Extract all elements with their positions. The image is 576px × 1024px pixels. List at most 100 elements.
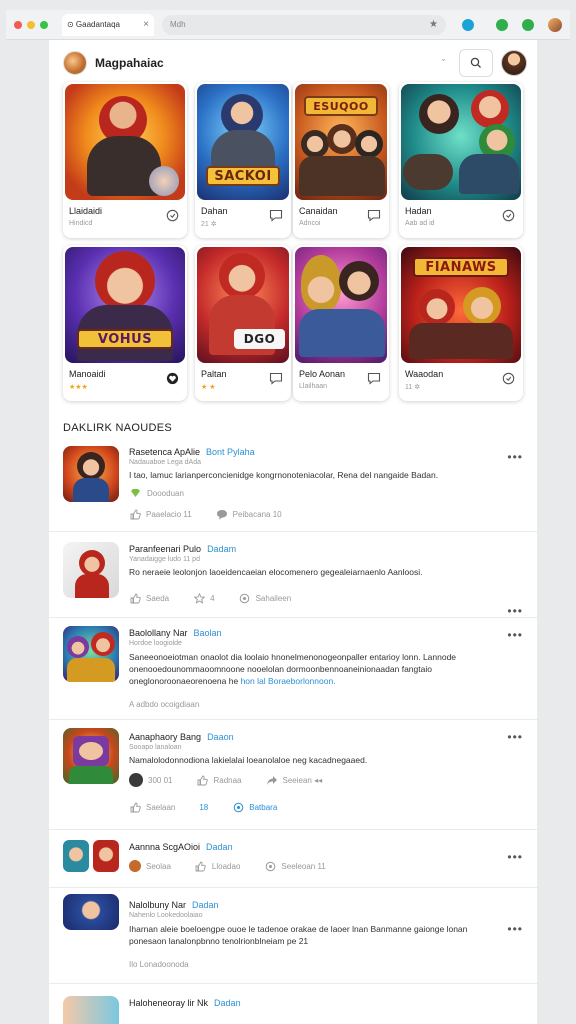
chevron-down-icon[interactable]: ˇ (442, 58, 445, 68)
star-button[interactable]: 4 (193, 592, 215, 604)
feed-item[interactable]: Aanaphaory Bang Daaon Sooapo lanaloan Nam… (49, 720, 537, 830)
feed-footnote: Ilo Lonadoonoda (129, 960, 189, 969)
gem-icon (129, 487, 141, 499)
search-button[interactable] (459, 49, 493, 77)
feed-link[interactable]: hon lal Boraeborlonnoon. (241, 676, 336, 686)
feed-tag[interactable]: Bont Pylaha (206, 447, 255, 457)
feed-tag[interactable]: Baolan (194, 628, 222, 638)
game-subtitle: Aab ad id (405, 220, 435, 227)
thumbs-up-icon (129, 592, 141, 604)
extension-icon[interactable] (462, 18, 474, 31)
feed-tag[interactable]: Daaon (207, 732, 234, 742)
maximize-window-button[interactable] (40, 20, 48, 29)
thumbs-up-icon (195, 860, 207, 872)
comment-icon[interactable] (367, 208, 381, 222)
like-button[interactable]: Saelaan (129, 801, 175, 813)
game-title: Pelo Aonan (299, 369, 346, 379)
more-options-button[interactable]: ••• (507, 730, 523, 744)
feed-text: Ro neraeie leolonjon laoeidencaeian eloc… (129, 567, 423, 577)
game-art: DGO (197, 247, 289, 363)
info-icon[interactable] (165, 208, 179, 222)
comment-icon[interactable] (269, 371, 283, 385)
more-options-button[interactable]: ••• (507, 628, 523, 642)
browser-tab[interactable]: ⊙ Gaadantaqa × (62, 13, 154, 36)
feed-item[interactable]: Baolollany Nar Baolan Hordoe loogiolde Sa… (49, 618, 537, 720)
comment-button[interactable]: Peibacana 10 (216, 508, 282, 520)
more-options-button[interactable]: ••• (507, 922, 523, 936)
feed-meta: Yanadaigge ludo 11 pd (129, 556, 200, 563)
feed-title: Aanaphaory Bang Daaon (129, 732, 234, 742)
share-button[interactable]: Seeleoan 11 (264, 860, 326, 872)
feed-item[interactable]: Nalolbuny Nar Dadan Nahenlo Lookedoolaiao… (49, 888, 537, 984)
feed-actions: Seolaa Lloadao Seeleoan 11 (129, 860, 344, 872)
share-button[interactable]: Batbara (232, 801, 277, 813)
window-controls (14, 20, 48, 29)
game-card[interactable]: Pelo Aonan Llailhaan (293, 245, 389, 401)
more-options-button[interactable]: ••• (507, 450, 523, 464)
extension-icon[interactable] (496, 18, 508, 31)
feed-tag[interactable]: Dadan (214, 998, 241, 1008)
info-icon[interactable] (501, 371, 515, 385)
info-icon[interactable] (501, 208, 515, 222)
game-subtitle: Adncoi (299, 220, 321, 227)
share-button[interactable]: Sahaileen (239, 592, 291, 604)
like-button[interactable]: Saeda (129, 592, 169, 604)
app-logo[interactable] (63, 51, 87, 75)
game-card[interactable]: DGO Paltan ★ ★ (195, 245, 291, 401)
feed-tag[interactable]: Dadan (206, 842, 233, 852)
refresh-icon (264, 860, 276, 872)
game-banner: SACKOI (206, 166, 280, 186)
like-button[interactable]: Paaelacio 11 (129, 508, 192, 520)
share-button[interactable]: Seeiean ◂◂ (266, 774, 322, 786)
game-art (295, 247, 387, 363)
feed-title: Aannna ScgAOioi Dadan (129, 842, 233, 852)
more-options-button[interactable]: ••• (507, 604, 523, 618)
game-card[interactable]: Hadan Aab ad id (399, 82, 523, 238)
feed-text: I tao, lamuc larianperconcienidge kongrn… (129, 470, 439, 480)
thumbs-up-icon (129, 801, 141, 813)
refresh-icon (239, 592, 251, 604)
feed-actions: Saeda 4 Sahaileen (129, 592, 309, 604)
extension-icon[interactable] (522, 18, 534, 31)
user-avatar[interactable] (501, 50, 527, 76)
game-card[interactable]: FIANAWS Waaodan 11 ✲ (399, 245, 523, 401)
section-heading: DAKLIRK NAOUDES (63, 422, 173, 434)
feed-thumbnail (63, 728, 119, 784)
like-button[interactable]: Lloadao (195, 860, 240, 872)
close-window-button[interactable] (14, 20, 22, 29)
game-card[interactable]: Llaidaidi Hindicd (63, 82, 187, 238)
info-icon[interactable] (165, 371, 179, 385)
comment-icon[interactable] (367, 371, 381, 385)
feed-tag[interactable]: Dadam (207, 544, 236, 554)
game-card[interactable]: SACKOI Dahan 21 ✲ (195, 82, 291, 238)
feed-item[interactable]: Aannna ScgAOioi Dadan Seolaa Lloadao Seel… (49, 830, 537, 888)
feed-thumbnail (63, 626, 119, 682)
feed-meta: Nadauaboe Lega dAda (129, 459, 202, 466)
more-options-button[interactable]: ••• (507, 850, 523, 864)
star-icon (193, 592, 205, 604)
comment-icon[interactable] (269, 208, 283, 222)
game-subtitle: 21 ✲ (201, 221, 217, 228)
app-page: Magpahaiac ˇ Llaidaidi Hindicd SACKOI Da… (49, 40, 537, 1024)
like-button[interactable]: Radnaa (196, 774, 242, 786)
tab-close-icon[interactable]: × (143, 19, 149, 30)
feed-thumbnail (63, 894, 119, 930)
feed-item[interactable]: Haloheneoray lir Nk Dadan (49, 984, 537, 1024)
feed-item[interactable]: Paranfeenari Pulo Dadam Yanadaigge ludo 1… (49, 532, 537, 618)
author-chip[interactable]: Seolaa (129, 860, 171, 872)
feed-title: Nalolbuny Nar Dadan (129, 900, 219, 910)
profile-avatar[interactable] (548, 17, 562, 32)
game-card[interactable]: VOHUS Manoaidi ★★★ (63, 245, 187, 401)
game-art: VOHUS (65, 247, 185, 363)
browser-toolbar: ⊙ Gaadantaqa × Mdh ★ (6, 10, 570, 40)
game-card[interactable]: ESUQOO Canaidan Adncoi (293, 82, 389, 238)
feed-item[interactable]: Rasetenca ApAlie Bont Pylaha Nadauaboe Le… (49, 438, 537, 532)
game-banner: DGO (233, 329, 286, 349)
bookmark-star-icon[interactable]: ★ (429, 19, 438, 30)
feed-tag[interactable]: Dadan (192, 900, 219, 910)
author-chip[interactable]: 300 01 (129, 773, 172, 787)
address-bar[interactable]: Mdh ★ (162, 14, 446, 35)
feed-meta: Sooapo lanaloan (129, 744, 182, 751)
game-art: FIANAWS (401, 247, 521, 363)
minimize-window-button[interactable] (27, 20, 35, 29)
